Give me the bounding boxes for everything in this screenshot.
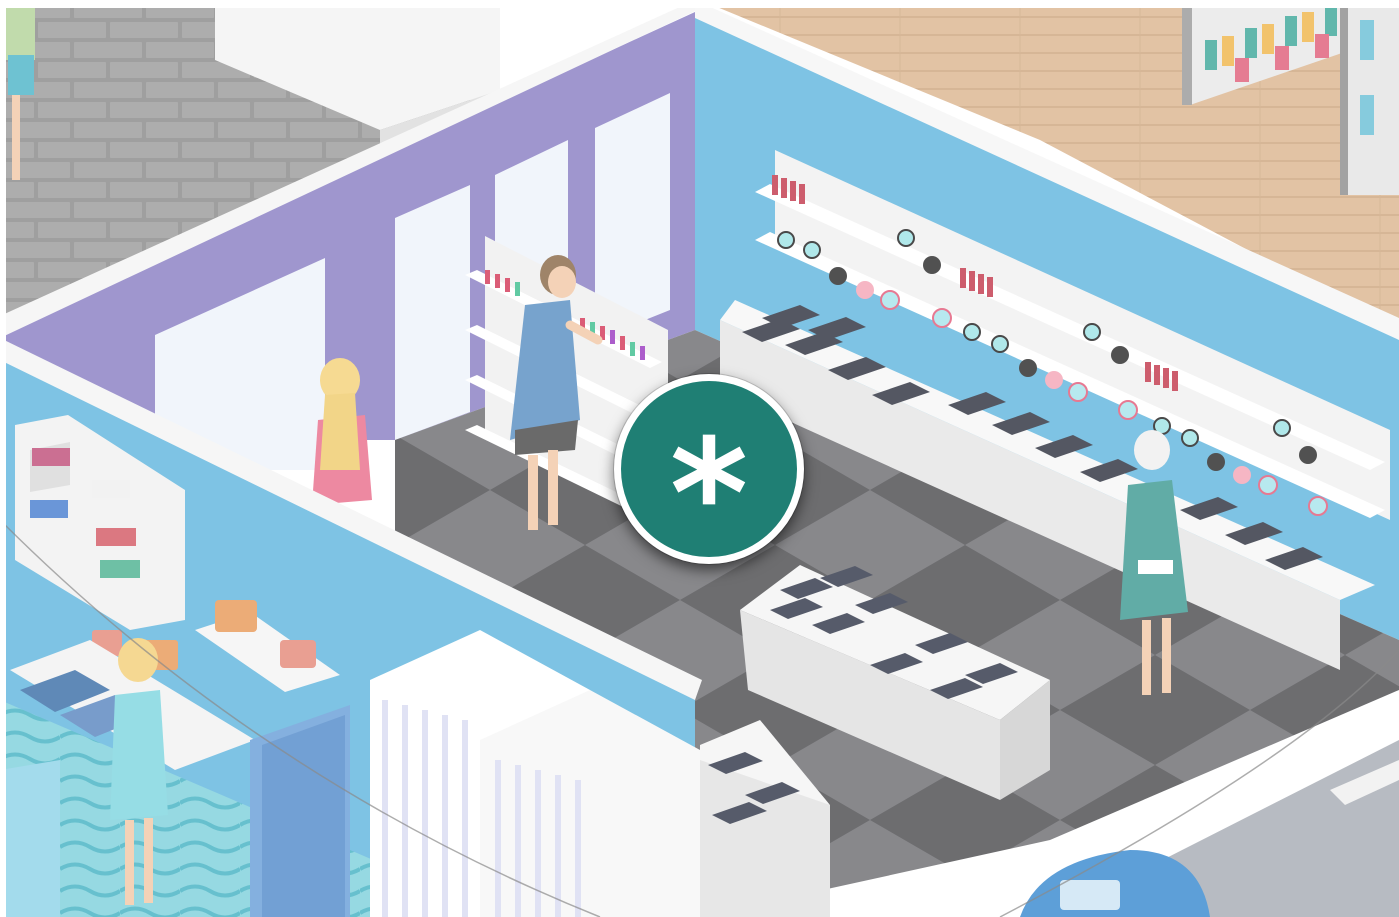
asterisk-icon: * [669,408,749,582]
asterisk-hotspot-button[interactable]: * [614,374,804,570]
